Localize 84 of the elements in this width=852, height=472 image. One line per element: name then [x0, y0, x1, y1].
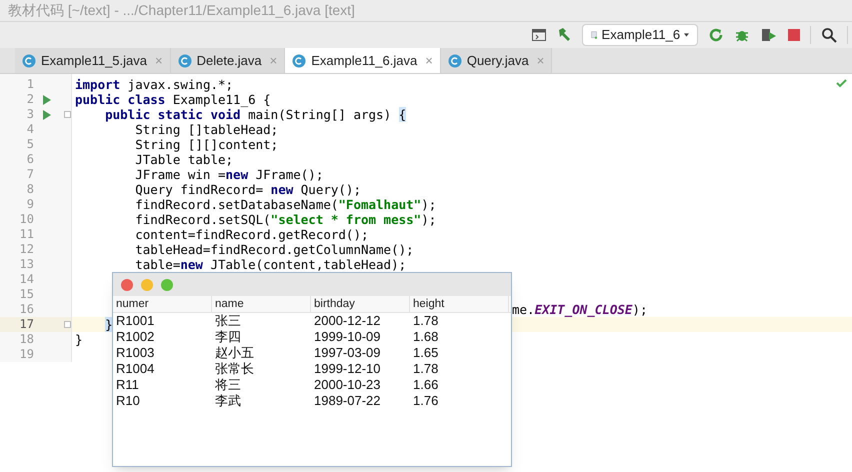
- code-line: String []tableHead;: [134, 122, 278, 137]
- line-number: 19: [18, 347, 34, 362]
- table-cell: 2000-12-12: [314, 313, 380, 328]
- table-cell: R1003: [116, 345, 154, 360]
- check-icon: [836, 79, 847, 88]
- code-line: String [][]content;: [134, 137, 278, 152]
- close-icon[interactable]: [121, 278, 133, 290]
- table-cell: 1.65: [413, 345, 438, 360]
- table-cell: 2000-10-23: [314, 377, 380, 392]
- code-line: public static void main(String[] args) {: [104, 107, 406, 122]
- maximize-icon[interactable]: [161, 278, 173, 290]
- table-cell: R10: [116, 393, 140, 408]
- table-cell: 张三: [215, 313, 241, 328]
- line-number: 11: [18, 227, 34, 242]
- line-number: 5: [26, 137, 34, 152]
- window-title: 教材代码 [~/text] - .../Chapter11/Example11_6.java [text]: [8, 1, 355, 20]
- fold-marker[interactable]: [64, 111, 71, 118]
- table-cell: R1002: [116, 329, 154, 344]
- code-line: findRecord.setSQL("select * from mess");: [134, 212, 436, 227]
- line-number: 1: [26, 77, 34, 92]
- line-number: 13: [18, 257, 34, 272]
- caret-icon: [684, 32, 689, 38]
- editor-tab[interactable]: Example11_5.java ×: [15, 48, 171, 73]
- class-file-icon: [178, 54, 192, 68]
- run-icon[interactable]: [43, 94, 51, 104]
- code-line: content=findRecord.getRecord();: [134, 227, 368, 242]
- code-line: import javax.swing.*;: [75, 77, 234, 92]
- table-cell: 将三: [215, 377, 241, 392]
- table-cell: 张常长: [215, 361, 254, 376]
- table-cell: 1999-12-10: [314, 361, 380, 376]
- line-number: 6: [26, 152, 34, 167]
- line-number: 4: [26, 122, 34, 137]
- line-number: 9: [26, 197, 34, 212]
- line-number: 8: [26, 182, 34, 197]
- line-number: 10: [18, 212, 34, 227]
- code-line: me.EXIT_ON_CLOSE);: [512, 302, 648, 317]
- table-cell: 1.66: [413, 377, 438, 392]
- code-line: tableHead=findRecord.getColumnName();: [134, 242, 414, 257]
- line-number: 15: [18, 287, 34, 302]
- run-icon[interactable]: [43, 110, 51, 120]
- table-cell: 赵小五: [215, 345, 254, 360]
- table-cell: 1.76: [413, 393, 438, 408]
- table-cell: 1997-03-09: [314, 345, 380, 360]
- code-line: findRecord.setDatabaseName("Fomalhaut");: [134, 197, 436, 212]
- line-number: 12: [18, 242, 34, 257]
- terminal-icon[interactable]: [532, 29, 546, 41]
- rerun-icon[interactable]: [708, 27, 724, 43]
- editor-tab[interactable]: Delete.java ×: [170, 48, 286, 73]
- column-header[interactable]: height: [413, 298, 444, 310]
- run-config-dropdown[interactable]: Example11_6: [582, 24, 698, 46]
- class-file-icon: [448, 54, 462, 68]
- table-cell: 李武: [215, 393, 241, 408]
- code-line: }: [75, 332, 83, 347]
- table-cell: 1989-07-22: [314, 393, 380, 408]
- column-header[interactable]: numer: [116, 298, 149, 310]
- table-cell: R1004: [116, 361, 154, 376]
- code-line: JTable table;: [134, 152, 234, 167]
- table-cell: R11: [116, 377, 139, 392]
- table-cell: 李四: [215, 329, 241, 344]
- column-header[interactable]: name: [215, 298, 244, 310]
- editor-tab[interactable]: Example11_6.java ×: [285, 48, 441, 73]
- line-number: 14: [18, 272, 34, 287]
- code-line: Query findRecord= new Query();: [134, 182, 361, 197]
- search-icon[interactable]: [821, 27, 837, 43]
- code-line: table=new JTable(content,tableHead);: [134, 257, 406, 272]
- column-header[interactable]: birthday: [314, 298, 355, 310]
- table-cell: 1.68: [413, 329, 438, 344]
- line-number: 16: [18, 302, 34, 317]
- coverage-icon[interactable]: [760, 27, 778, 43]
- table-cell: 1.78: [413, 361, 438, 376]
- code-line: JFrame win =new JFrame();: [134, 167, 324, 182]
- fold-marker[interactable]: [64, 321, 71, 328]
- line-number: 17: [18, 317, 34, 332]
- table-cell: 1999-10-09: [314, 329, 380, 344]
- line-number: 7: [26, 167, 34, 182]
- line-number: 3: [26, 107, 34, 122]
- line-number: 18: [18, 332, 34, 347]
- table-cell: R1001: [116, 313, 154, 328]
- table-cell: 1.78: [413, 313, 438, 328]
- line-number: 2: [26, 92, 34, 107]
- class-file-icon: [292, 54, 306, 68]
- editor-tab[interactable]: Query.java ×: [440, 48, 552, 73]
- class-file-icon: [22, 54, 36, 68]
- code-line: public class Example11_6 {: [75, 92, 271, 107]
